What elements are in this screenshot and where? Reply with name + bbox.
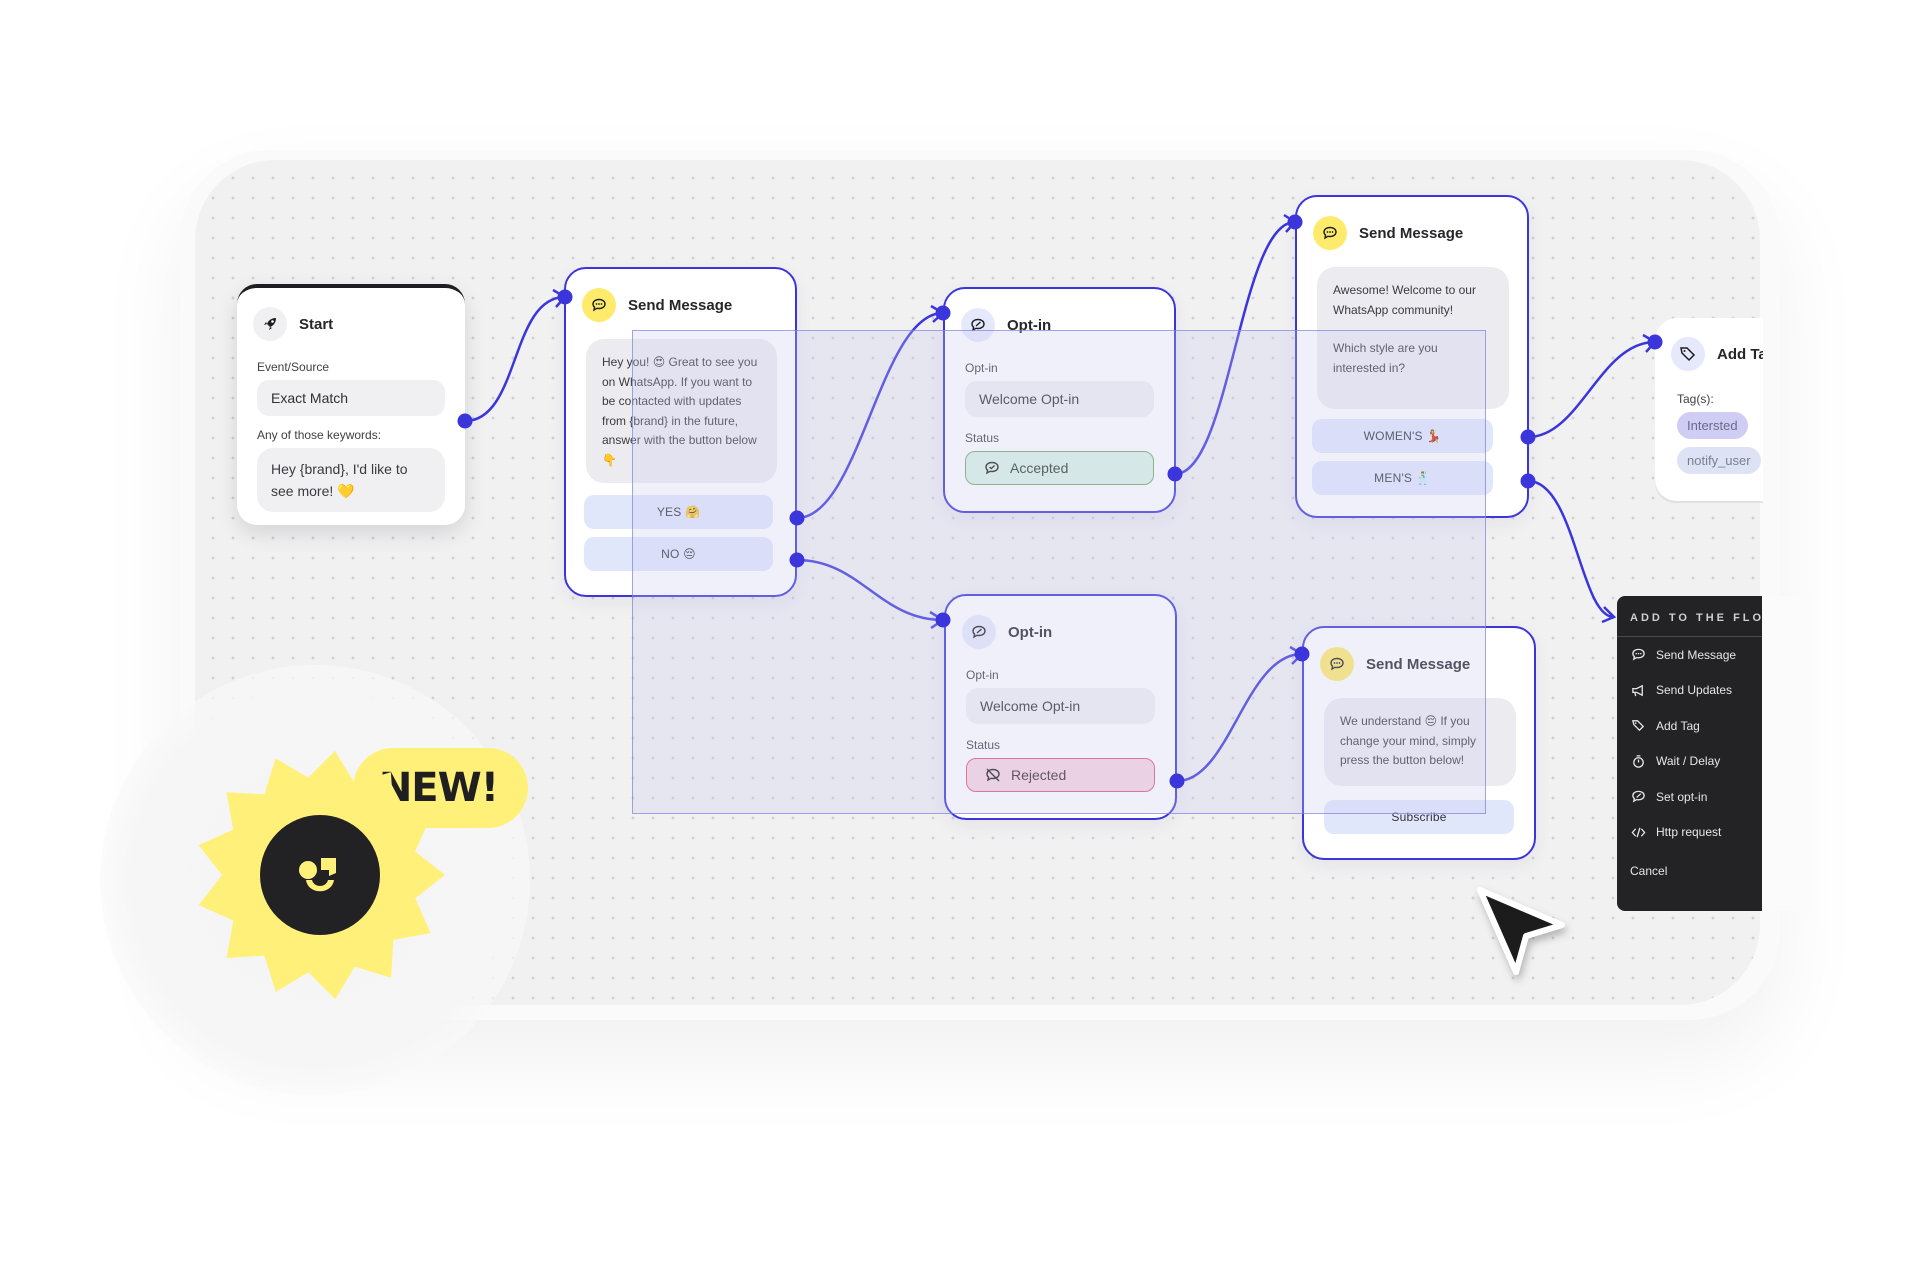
add-to-flow-menu[interactable]: ADD TO THE FLOW Send Message Send Update… xyxy=(1617,596,1762,911)
connection-handle[interactable] xyxy=(1294,646,1310,662)
keyword-field[interactable]: Hey {brand}, I'd like to see more! 💛 xyxy=(257,448,445,512)
chat-bubble-icon xyxy=(1320,647,1354,681)
optin-label: Opt-in xyxy=(966,668,999,682)
menu-item-label: Send Message xyxy=(1656,647,1737,662)
connection-handle[interactable] xyxy=(789,510,805,526)
stopwatch-icon xyxy=(1633,754,1644,768)
megaphone-icon xyxy=(1632,684,1643,697)
connection-handle[interactable] xyxy=(1647,334,1663,350)
tags-label: Tag(s): xyxy=(1677,392,1714,406)
menu-item-send-message[interactable]: Send Message xyxy=(1617,637,1762,673)
event-source-field[interactable]: Exact Match xyxy=(257,380,445,416)
menu-cancel-button[interactable]: Cancel xyxy=(1617,850,1762,878)
message-line: Awesome! Welcome to our WhatsApp communi… xyxy=(1333,283,1476,317)
optin-field[interactable]: Welcome Opt-in xyxy=(966,688,1155,724)
menu-item-http-request[interactable]: Http request xyxy=(1617,815,1762,851)
keywords-label: Any of those keywords: xyxy=(257,428,382,442)
menu-item-label: Wait / Delay xyxy=(1656,754,1721,769)
send-message-node[interactable]: Send Message We understand 😔 If you chan… xyxy=(1302,626,1536,860)
connection-handle[interactable] xyxy=(457,413,473,429)
status-label: Status xyxy=(966,738,1001,752)
menu-title: ADD TO THE FLOW xyxy=(1617,596,1762,637)
node-title: Start xyxy=(299,315,334,333)
node-title: Opt-in xyxy=(1008,623,1053,641)
starburst-icon xyxy=(198,750,445,1000)
optin-icon xyxy=(962,615,996,649)
chat-bubble-icon xyxy=(1632,648,1645,661)
event-source-label: Event/Source xyxy=(257,360,330,374)
tag-icon xyxy=(1671,337,1705,371)
connection-handle[interactable] xyxy=(557,289,573,305)
menu-item-add-tag[interactable]: Add Tag xyxy=(1617,708,1762,744)
status-label: Status xyxy=(965,431,1000,445)
message-bubble[interactable]: Hey you! 😍 Great to see you on WhatsApp.… xyxy=(586,339,777,483)
optin-label: Opt-in xyxy=(965,361,998,375)
message-bubble[interactable]: Awesome! Welcome to our WhatsApp communi… xyxy=(1317,267,1509,409)
mouse-pointer-icon xyxy=(1477,887,1565,975)
node-title: Send Message xyxy=(628,296,733,314)
menu-item-label: Send Updates xyxy=(1656,683,1733,698)
menu-item-label: Set opt-in xyxy=(1656,789,1708,804)
optin-icon xyxy=(961,308,995,342)
tag-icon xyxy=(1632,720,1645,732)
optin-node-rejected[interactable]: Opt-in Opt-in Welcome Opt-in Status Reje… xyxy=(944,594,1177,820)
send-message-node[interactable]: Send Message Hey you! 😍 Great to see you… xyxy=(564,267,797,597)
tag-chip[interactable]: notify_user xyxy=(1677,447,1761,474)
send-message-node[interactable]: Send Message Awesome! Welcome to our Wha… xyxy=(1295,195,1529,518)
connection-handle[interactable] xyxy=(935,305,951,321)
reply-button-womens[interactable]: WOMEN'S 💃 xyxy=(1312,419,1493,453)
node-title: Add Tag xyxy=(1717,345,1763,363)
new-feature-badge: NEW! xyxy=(100,665,530,1095)
menu-shadow xyxy=(1762,596,1812,911)
rocket-icon xyxy=(253,307,287,341)
status-value: Rejected xyxy=(1011,767,1067,783)
status-value: Accepted xyxy=(1010,460,1069,476)
tag-chip[interactable]: Intersted xyxy=(1677,412,1748,439)
connection-handle[interactable] xyxy=(1167,466,1183,482)
menu-item-wait-delay[interactable]: Wait / Delay xyxy=(1617,744,1762,780)
reply-button-yes[interactable]: YES 🤗 xyxy=(584,495,773,529)
connection-handle[interactable] xyxy=(1520,473,1536,489)
code-icon xyxy=(1631,827,1646,838)
connection-handle[interactable] xyxy=(1520,429,1536,445)
status-accepted[interactable]: Accepted xyxy=(965,451,1154,485)
status-rejected[interactable]: Rejected xyxy=(966,758,1155,792)
optin-field[interactable]: Welcome Opt-in xyxy=(965,381,1154,417)
connection-handle[interactable] xyxy=(1287,214,1303,230)
chat-off-icon xyxy=(986,768,1000,782)
menu-item-label: Add Tag xyxy=(1656,718,1700,733)
menu-item-send-updates[interactable]: Send Updates xyxy=(1617,673,1762,709)
node-title: Send Message xyxy=(1359,224,1464,242)
check-chat-icon xyxy=(985,461,999,475)
add-tag-node[interactable]: Add Tag Tag(s): Intersted notify_user xyxy=(1655,318,1763,501)
add-tag-node-clip: Add Tag Tag(s): Intersted notify_user xyxy=(1655,318,1763,503)
subscribe-button[interactable]: Subscribe xyxy=(1324,800,1514,834)
reply-button-no[interactable]: NO 😔 xyxy=(584,537,773,571)
reply-button-mens[interactable]: MEN'S 🕺 xyxy=(1312,461,1493,495)
message-bubble[interactable]: We understand 😔 If you change your mind,… xyxy=(1324,698,1516,786)
start-node[interactable]: Start Event/Source Exact Match Any of th… xyxy=(237,284,465,525)
connection-handle[interactable] xyxy=(789,552,805,568)
connection-handle[interactable] xyxy=(935,612,951,628)
message-line: Which style are you interested in? xyxy=(1333,341,1438,375)
logo-circle xyxy=(260,815,380,935)
menu-item-set-optin[interactable]: Set opt-in xyxy=(1617,779,1762,815)
menu-item-label: Http request xyxy=(1656,825,1722,840)
chat-bubble-icon xyxy=(1313,216,1347,250)
node-title: Opt-in xyxy=(1007,316,1052,334)
optin-icon xyxy=(1632,790,1645,803)
node-title: Send Message xyxy=(1366,655,1471,673)
optin-node-accepted[interactable]: Opt-in Opt-in Welcome Opt-in Status Acce… xyxy=(943,287,1176,513)
chat-bubble-icon xyxy=(582,288,616,322)
connection-handle[interactable] xyxy=(1169,773,1185,789)
